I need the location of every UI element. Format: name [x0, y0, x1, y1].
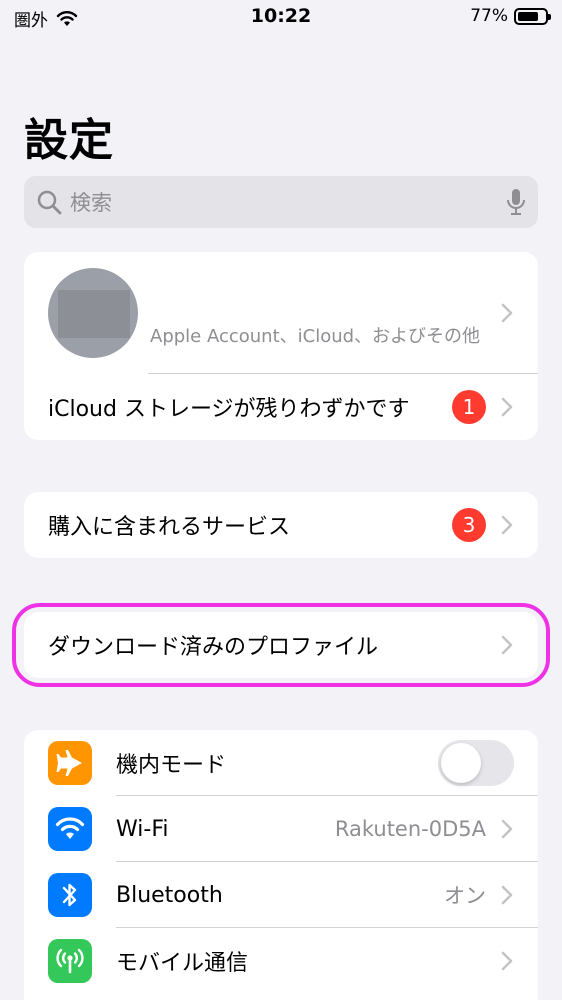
search-icon: [37, 190, 62, 215]
chevron-right-icon: [501, 951, 513, 971]
account-row[interactable]: Apple Account、iCloud、およびその他: [24, 252, 538, 374]
battery-percent: 77%: [470, 6, 508, 26]
services-row[interactable]: 購入に含まれるサービス 3: [24, 492, 538, 558]
wifi-network-value: Rakuten-0D5A: [334, 817, 486, 841]
search-bar[interactable]: 検索: [24, 176, 538, 228]
airplane-mode-row[interactable]: 機内モード: [24, 730, 538, 796]
account-subtitle: Apple Account、iCloud、およびその他: [150, 326, 481, 347]
icloud-storage-row[interactable]: iCloud ストレージが残りわずかです 1: [24, 374, 538, 440]
bluetooth-status-value: オン: [444, 884, 486, 908]
wifi-row[interactable]: Wi-Fi Rakuten-0D5A: [24, 796, 538, 862]
airplane-mode-toggle[interactable]: [438, 740, 514, 786]
mobile-data-label: モバイル通信: [116, 951, 249, 976]
avatar: [48, 268, 138, 358]
chevron-right-icon: [501, 515, 513, 535]
airplane-mode-label: 機内モード: [116, 753, 227, 778]
search-placeholder[interactable]: 検索: [70, 187, 506, 217]
airplane-icon: [48, 741, 92, 785]
services-card: 購入に含まれるサービス 3: [24, 492, 538, 558]
bluetooth-icon: [48, 873, 92, 917]
battery-fill: [518, 11, 539, 21]
wifi-label: Wi-Fi: [116, 816, 169, 842]
page-title: 設定: [24, 115, 114, 166]
antenna-icon: [48, 939, 92, 983]
microphone-icon[interactable]: [506, 187, 526, 217]
connectivity-card: 機内モード Wi-Fi Rakuten-0D5A Bluetooth オン モバ…: [24, 730, 538, 1000]
chevron-right-icon: [501, 397, 513, 417]
chevron-right-icon: [501, 819, 513, 839]
battery-icon: [514, 7, 551, 25]
bluetooth-label: Bluetooth: [116, 882, 223, 908]
wifi-icon: [48, 807, 92, 851]
chevron-right-icon: [501, 885, 513, 905]
notification-badge: 3: [452, 508, 486, 542]
bluetooth-row[interactable]: Bluetooth オン: [24, 862, 538, 928]
services-label: 購入に含まれるサービス: [48, 515, 291, 540]
status-right: 77%: [470, 6, 551, 26]
chevron-right-icon: [501, 303, 513, 323]
highlight-outline: [12, 603, 550, 687]
mobile-data-row[interactable]: モバイル通信: [24, 928, 538, 994]
icloud-storage-label: iCloud ストレージが残りわずかです: [48, 397, 410, 422]
account-card: Apple Account、iCloud、およびその他 iCloud ストレージ…: [24, 252, 538, 440]
notification-badge: 1: [452, 390, 486, 424]
